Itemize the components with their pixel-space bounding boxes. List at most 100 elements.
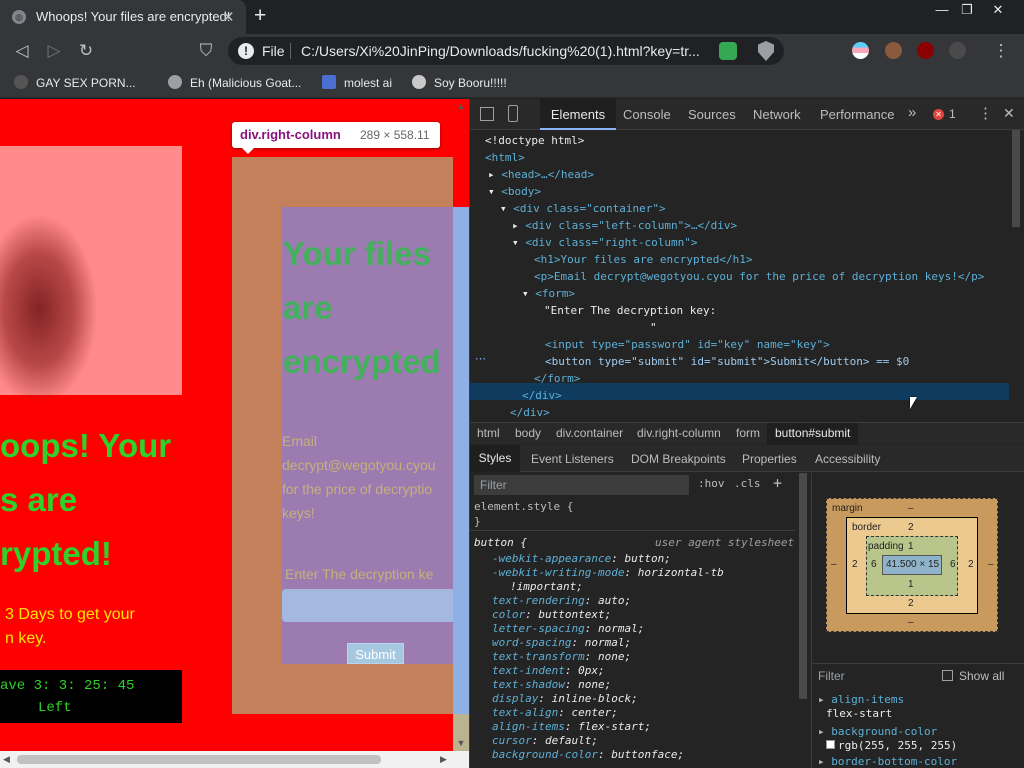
scrollbar-thumb[interactable]: [17, 755, 381, 764]
show-all-checkbox[interactable]: [942, 670, 953, 681]
menu-icon[interactable]: ⋮: [990, 40, 1012, 62]
computed-prop[interactable]: ▸ border-bottom-color: [818, 755, 957, 768]
scroll-right-arrow[interactable]: ▶: [440, 754, 447, 765]
collapse-arrow-icon[interactable]: ▾: [512, 236, 525, 249]
devtools-menu-icon[interactable]: ⋮: [978, 104, 993, 122]
css-property[interactable]: text-align: center;: [492, 706, 618, 720]
expand-arrow-icon[interactable]: ▸: [818, 693, 831, 706]
scroll-left-arrow[interactable]: ◀: [3, 754, 10, 765]
expand-arrow-icon[interactable]: ▸: [818, 725, 831, 738]
forward-button[interactable]: ▷: [43, 40, 65, 62]
scroll-up-arrow[interactable]: ▲: [455, 101, 467, 113]
close-devtools-icon[interactable]: ✕: [1003, 105, 1015, 122]
tab-network[interactable]: Network: [753, 107, 801, 122]
css-property[interactable]: display: inline-block;: [492, 692, 638, 706]
submit-button[interactable]: Submit: [347, 643, 404, 664]
collapse-arrow-icon[interactable]: ▾: [500, 202, 513, 215]
css-property[interactable]: text-transform: none;: [492, 650, 631, 664]
close-window-button[interactable]: ✕: [985, 3, 1011, 19]
css-property[interactable]: text-shadow: none;: [492, 678, 611, 692]
css-property[interactable]: -webkit-appearance: button;: [492, 552, 671, 566]
tab-event-listeners[interactable]: Event Listeners: [531, 452, 614, 466]
avatar-extension-icon[interactable]: [885, 42, 902, 59]
bookmark-item[interactable]: Soy Booru!!!!!: [412, 75, 507, 90]
dom-node[interactable]: <!doctype html>: [470, 132, 1010, 149]
close-tab-icon[interactable]: ✕: [222, 8, 235, 26]
chat-extension-icon[interactable]: [719, 42, 737, 60]
css-property[interactable]: text-indent: 0px;: [492, 664, 605, 678]
selected-dom-node[interactable]: <button type="submit" id="submit">Submit…: [470, 353, 1010, 370]
styles-filter-input[interactable]: Filter: [474, 475, 689, 495]
css-property[interactable]: align-items: flex-start;: [492, 720, 651, 734]
collapse-arrow-icon[interactable]: ▾: [488, 185, 501, 198]
css-property[interactable]: -webkit-writing-mode: horizontal-tb: [492, 566, 724, 580]
dom-node[interactable]: ▾ <form>: [470, 285, 1010, 302]
css-property[interactable]: letter-spacing: normal;: [492, 622, 644, 636]
expand-arrow-icon[interactable]: ▸: [818, 755, 831, 768]
computed-prop[interactable]: ▸ background-color: [818, 725, 937, 738]
horizontal-scrollbar[interactable]: ◀ ▶: [0, 751, 469, 768]
dom-node[interactable]: ▾ <body>: [470, 183, 1010, 200]
address-bar[interactable]: ! File C:/Users/Xi%20JinPing/Downloads/f…: [228, 37, 784, 65]
css-property[interactable]: word-spacing: normal;: [492, 636, 631, 650]
dom-node[interactable]: ▸ <head>…</head>: [470, 166, 1010, 183]
browser-tab[interactable]: ◍ Whoops! Your files are encrypted! ✕: [0, 0, 246, 34]
crumb-body[interactable]: body: [515, 426, 541, 440]
dom-node[interactable]: <p>Email decrypt@wegotyou.cyou for the p…: [470, 268, 1010, 285]
crumb-container[interactable]: div.container: [556, 426, 623, 440]
computed-prop[interactable]: ▸ align-items: [818, 693, 904, 706]
bookmark-item[interactable]: molest ai: [322, 75, 392, 90]
dom-node[interactable]: ": [470, 319, 1010, 336]
tab-performance[interactable]: Performance: [820, 107, 894, 122]
dom-node[interactable]: "Enter The decryption key:: [470, 302, 1010, 319]
new-tab-button[interactable]: +: [254, 4, 266, 28]
tab-styles[interactable]: Styles: [470, 445, 520, 472]
back-button[interactable]: ◁: [11, 40, 33, 62]
info-icon[interactable]: !: [238, 43, 254, 59]
css-property[interactable]: color: buttontext;: [492, 608, 611, 622]
dom-node[interactable]: <input type="password" id="key" name="ke…: [470, 336, 1010, 353]
computed-filter-input[interactable]: Filter: [818, 669, 845, 683]
extension-icon[interactable]: [949, 42, 966, 59]
reload-button[interactable]: ↻: [75, 40, 97, 62]
bookmark-star-icon[interactable]: ⛉: [195, 40, 217, 62]
dom-node[interactable]: ▸ <div class="left-column">…</div>: [470, 217, 1010, 234]
restore-button[interactable]: ❐: [954, 3, 980, 19]
hov-toggle[interactable]: :hov: [698, 477, 725, 490]
dom-node[interactable]: </div>: [470, 404, 1010, 421]
tab-console[interactable]: Console: [623, 107, 671, 122]
bookmark-item[interactable]: Eh (Malicious Goat...: [168, 75, 301, 90]
color-swatch[interactable]: [826, 740, 835, 749]
dom-node[interactable]: </form>: [470, 370, 1010, 387]
error-icon[interactable]: ✕: [933, 109, 944, 120]
dom-node[interactable]: ▾ <div class="right-column">: [470, 234, 1010, 251]
ublock-icon[interactable]: [917, 42, 934, 59]
url-text[interactable]: C:/Users/Xi%20JinPing/Downloads/fucking%…: [301, 43, 711, 59]
crumb-form[interactable]: form: [736, 426, 760, 440]
minimize-button[interactable]: —: [929, 3, 955, 19]
dom-node[interactable]: ▾ <div class="container">: [470, 200, 1010, 217]
cls-toggle[interactable]: .cls: [734, 477, 761, 490]
expand-arrow-icon[interactable]: ▸: [512, 219, 525, 232]
bookmark-item[interactable]: GAY SEX PORN...: [14, 75, 136, 90]
dom-node[interactable]: <html>: [470, 149, 1010, 166]
shield-icon[interactable]: [758, 41, 774, 61]
ellipsis-icon[interactable]: ⋯: [475, 352, 486, 365]
scrollbar-thumb[interactable]: [799, 473, 807, 699]
device-toolbar-icon[interactable]: [508, 105, 518, 122]
inspect-element-icon[interactable]: [480, 107, 494, 121]
crumb-right-column[interactable]: div.right-column: [637, 426, 721, 440]
dom-scrollbar[interactable]: [1009, 130, 1023, 422]
css-property[interactable]: cursor: default;: [492, 734, 598, 748]
collapse-arrow-icon[interactable]: ▾: [522, 287, 535, 300]
button-selector[interactable]: button {: [474, 536, 527, 550]
tab-accessibility[interactable]: Accessibility: [815, 452, 880, 466]
styles-scrollbar[interactable]: [797, 473, 809, 768]
expand-arrow-icon[interactable]: ▸: [488, 168, 501, 181]
key-password-input[interactable]: [282, 589, 453, 622]
tab-properties[interactable]: Properties: [742, 452, 797, 466]
crumb-html[interactable]: html: [477, 426, 500, 440]
scrollbar-thumb[interactable]: [1012, 130, 1020, 227]
tab-elements[interactable]: Elements: [540, 99, 616, 130]
flag-extension-icon[interactable]: [852, 42, 869, 59]
